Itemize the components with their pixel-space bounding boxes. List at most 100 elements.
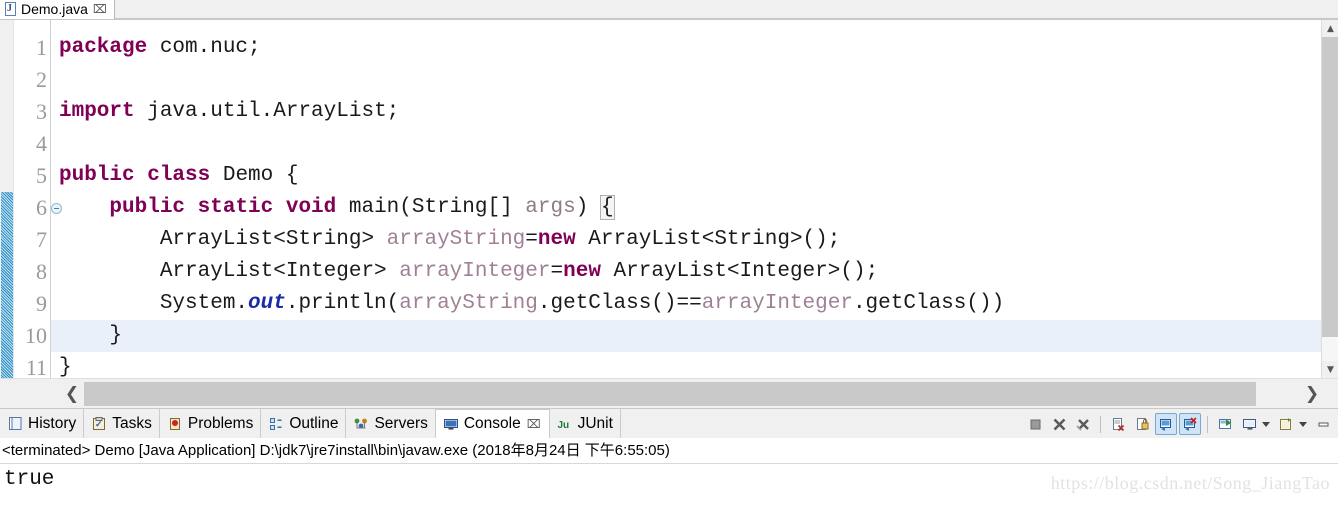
view-tab-label: Tasks <box>112 414 152 432</box>
code-token: = <box>525 228 538 251</box>
show-console-on-error-button[interactable] <box>1179 413 1201 435</box>
view-tab-junit[interactable]: Ju JUnit <box>550 409 621 438</box>
code-token: import <box>59 100 135 123</box>
clear-console-button[interactable] <box>1107 413 1129 435</box>
code-line[interactable]: package com.nuc; <box>51 32 1321 64</box>
eclipse-window: J Demo.java ⌧ 1 2 3 4 5 6 7 8 9 10 11 package com.… <box>0 0 1338 506</box>
editor-marker-bar[interactable] <box>0 20 14 384</box>
code-token: public class <box>59 164 211 187</box>
toolbar-separator <box>1207 415 1208 433</box>
line-number: 10 <box>25 323 47 348</box>
console-toolbar <box>1024 411 1334 437</box>
close-icon[interactable]: ⌧ <box>92 3 108 15</box>
pin-console-button[interactable] <box>1214 413 1236 435</box>
view-tab-label: History <box>28 414 77 432</box>
console-out-icon <box>1158 416 1175 433</box>
toolbar-separator <box>1100 415 1101 433</box>
remove-all-terminated-button[interactable] <box>1072 413 1094 435</box>
code-token: = <box>550 260 564 283</box>
line-number: 3 <box>36 99 47 124</box>
scroll-lock-button[interactable] <box>1131 413 1153 435</box>
code-token: ArrayList<Integer>(); <box>600 260 879 283</box>
code-line[interactable]: } <box>51 352 1321 378</box>
code-line[interactable]: public class Demo { <box>51 160 1321 192</box>
chevron-down-icon <box>1296 416 1313 433</box>
view-tab-history[interactable]: History <box>0 409 85 438</box>
code-line[interactable]: ArrayList<Integer> arrayInteger=new Arra… <box>51 256 1321 288</box>
open-console-button[interactable] <box>1275 413 1297 435</box>
code-line[interactable]: System.out.println(arrayString.getClass(… <box>51 288 1321 320</box>
code-token: new <box>563 260 601 283</box>
terminate-button[interactable] <box>1024 413 1046 435</box>
code-line[interactable] <box>51 64 1321 96</box>
scroll-down-button[interactable]: ▼ <box>1322 361 1338 378</box>
show-console-on-output-button[interactable] <box>1155 413 1177 435</box>
horizontal-scrollbar-thumb[interactable] <box>84 382 1256 406</box>
minimize-icon <box>1315 416 1332 433</box>
code-line[interactable]: import java.util.ArrayList; <box>51 96 1321 128</box>
code-token: } <box>59 356 72 378</box>
editor-vertical-scrollbar[interactable]: ▲ ▼ <box>1321 20 1338 378</box>
line-number: 7 <box>36 227 47 252</box>
code-token: com.nuc; <box>147 36 261 59</box>
view-tab-tasks[interactable]: ✓ Tasks <box>84 409 160 438</box>
code-token: ArrayList<String> <box>59 228 387 251</box>
vertical-scrollbar-thumb[interactable] <box>1322 37 1338 337</box>
outline-icon <box>268 416 284 432</box>
code-line[interactable]: public static void main(String[] args) { <box>51 192 1321 224</box>
code-token: arrayInteger <box>701 292 853 315</box>
editor-tab-demo-java[interactable]: J Demo.java ⌧ <box>0 0 115 19</box>
view-tab-problems[interactable]: Problems <box>160 409 262 438</box>
code-text-area[interactable]: package com.nuc; import java.util.ArrayLi… <box>51 20 1321 378</box>
code-token: public static void <box>109 196 337 219</box>
code-token: .getClass()) <box>852 292 1005 315</box>
view-tab-label: Outline <box>289 414 339 432</box>
java-file-icon: J <box>4 2 17 16</box>
line-number: 2 <box>36 67 47 92</box>
scrollbar-corner <box>1324 379 1338 409</box>
chevron-down-icon <box>1259 416 1276 433</box>
scroll-right-button[interactable]: ❯ <box>1300 382 1324 406</box>
clear-page-icon <box>1110 416 1127 433</box>
view-tab-servers[interactable]: Servers <box>346 409 436 438</box>
code-token: main(String[] <box>336 196 526 219</box>
view-tab-label: JUnit <box>577 414 613 432</box>
code-token: out <box>248 292 286 315</box>
view-tab-console[interactable]: Console ⌧ <box>435 409 550 438</box>
svg-text:✓: ✓ <box>95 419 103 429</box>
open-console-menu[interactable] <box>1299 413 1310 435</box>
change-bar <box>1 192 13 384</box>
lock-icon <box>1134 416 1151 433</box>
line-number: 9 <box>36 291 47 316</box>
editor-tab-bar: J Demo.java ⌧ <box>0 0 1338 20</box>
code-line[interactable]: ArrayList<String> arrayString=new ArrayL… <box>51 224 1321 256</box>
history-icon <box>7 416 23 432</box>
scroll-up-button[interactable]: ▲ <box>1322 20 1338 37</box>
code-line[interactable]: } <box>51 320 1321 352</box>
close-icon[interactable]: ⌧ <box>526 418 542 430</box>
code-token: ArrayList<Integer> <box>59 260 400 283</box>
junit-icon: Ju <box>557 416 573 432</box>
view-tab-label: Console <box>463 415 521 432</box>
code-token: Demo { <box>210 164 299 187</box>
editor-tab-bar-filler <box>114 0 1338 19</box>
minimize-button[interactable] <box>1312 413 1334 435</box>
code-token: new <box>537 228 576 251</box>
line-number: 8 <box>36 259 47 284</box>
remove-launch-button[interactable] <box>1048 413 1070 435</box>
code-token: java.util.ArrayList; <box>134 100 400 123</box>
display-selected-console-button[interactable] <box>1238 413 1260 435</box>
code-editor[interactable]: 1 2 3 4 5 6 7 8 9 10 11 package com.nuc; import jav… <box>0 20 1338 384</box>
line-number: 6 <box>14 192 62 224</box>
code-token: package <box>59 36 148 59</box>
code-token: .getClass()== <box>537 292 702 315</box>
code-line[interactable] <box>51 128 1321 160</box>
scroll-left-button[interactable]: ❮ <box>60 382 84 406</box>
console-err-icon <box>1182 416 1199 433</box>
display-selected-console-menu[interactable] <box>1262 413 1273 435</box>
view-tab-outline[interactable]: Outline <box>261 409 347 438</box>
code-token: arrayString <box>399 292 538 315</box>
console-output-area[interactable]: true https://blog.csdn.net/Song_JiangTao <box>0 464 1338 506</box>
code-token: arrayString <box>386 228 526 251</box>
editor-horizontal-scrollbar[interactable]: ❮ ❯ <box>0 378 1338 409</box>
